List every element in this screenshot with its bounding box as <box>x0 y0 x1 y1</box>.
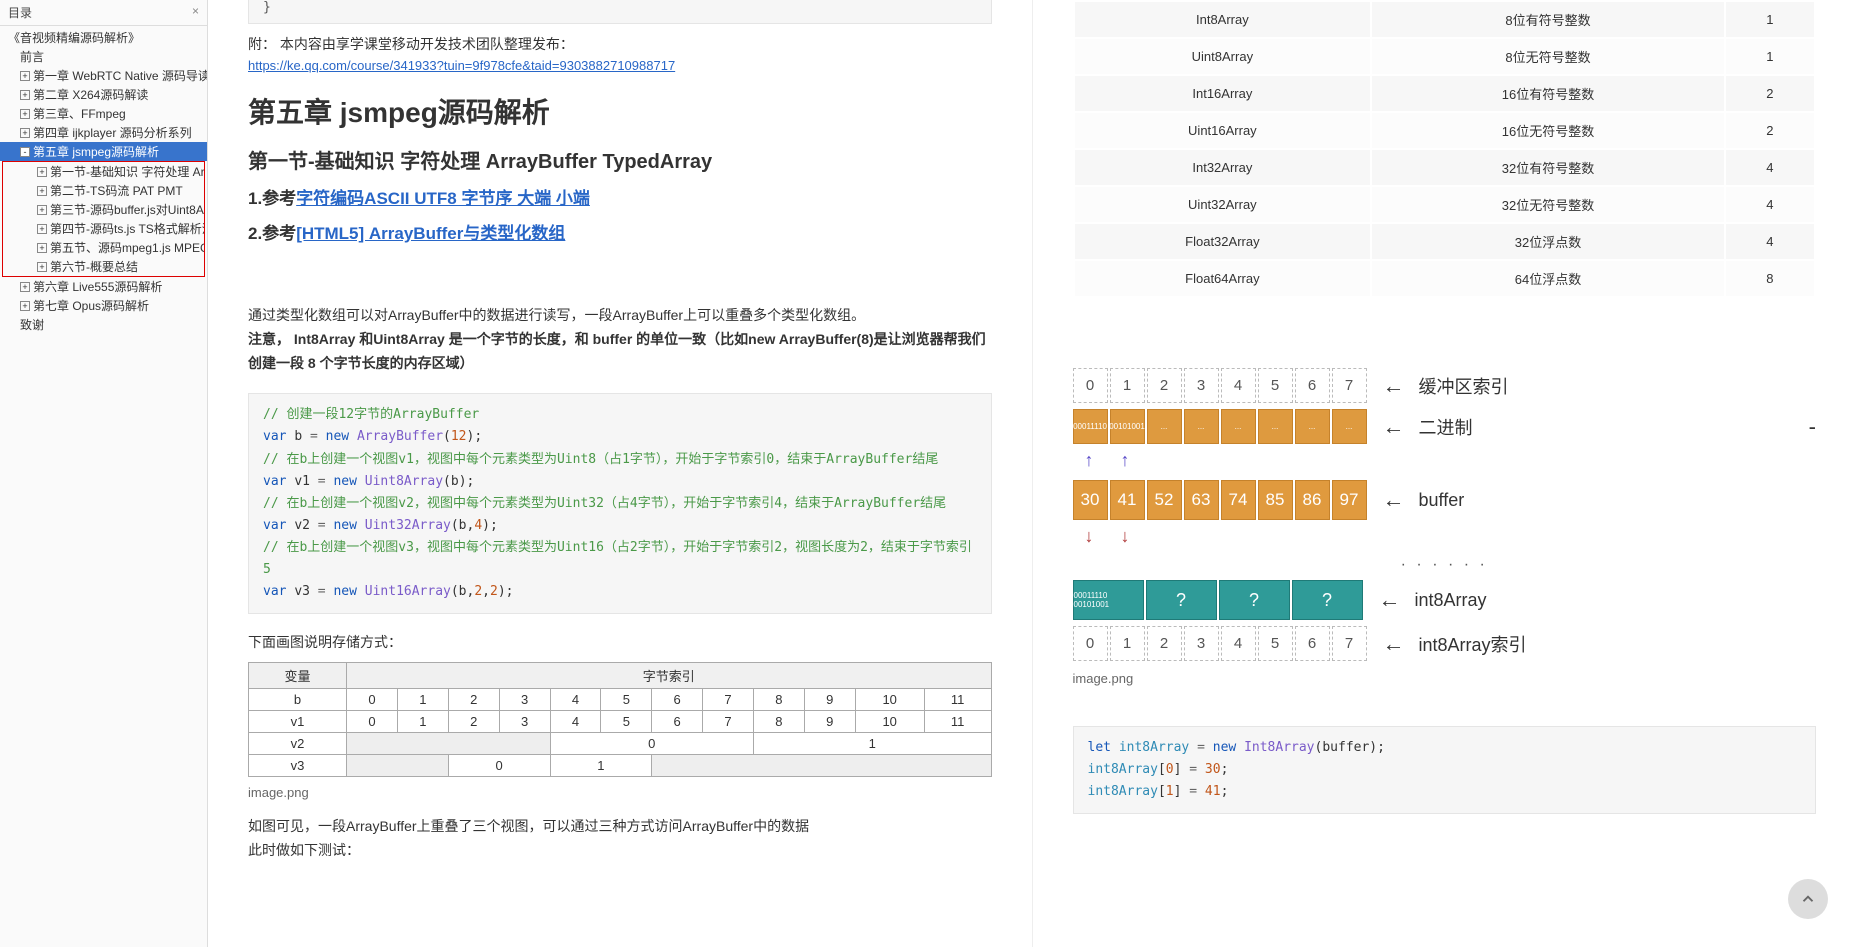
expand-icon[interactable]: + <box>37 167 47 177</box>
toc-subitem[interactable]: +第四节-源码ts.js TS格式解析流程 <box>3 219 204 238</box>
expand-icon[interactable]: + <box>20 109 30 119</box>
typed-array-table: Int8Array8位有符号整数1Uint8Array8位无符号整数1Int16… <box>1073 0 1817 298</box>
toc-item[interactable]: +第六章 Live555源码解析 <box>0 277 207 296</box>
expand-icon[interactable]: + <box>20 71 30 81</box>
sidebar: 目录 × 《音视频精编源码解析》 前言 +第一章 WebRTC Native 源… <box>0 0 208 947</box>
toc-item[interactable]: +第七章 Opus源码解析 <box>0 296 207 315</box>
ref-link[interactable]: 字符编码ASCII UTF8 字节序 大端 小端 <box>296 189 590 208</box>
collapse-icon[interactable]: - <box>20 147 30 157</box>
toc-item[interactable]: +第四章 ijkplayer 源码分析系列 <box>0 123 207 142</box>
toc-tree: 《音视频精编源码解析》 前言 +第一章 WebRTC Native 源码导读 +… <box>0 26 207 336</box>
course-link[interactable]: https://ke.qq.com/course/341933?tuin=9f9… <box>248 58 675 73</box>
toc-item-selected[interactable]: -第五章 jsmpeg源码解析 <box>0 142 207 161</box>
expand-icon[interactable]: + <box>20 282 30 292</box>
paragraph: 如图可见，一段ArrayBuffer上重叠了三个视图，可以通过三种方式访问Arr… <box>248 816 992 836</box>
table-caption: 下面画图说明存储方式： <box>248 632 992 652</box>
image-caption: image.png <box>1073 671 1817 686</box>
toc-subitem[interactable]: +第三节-源码buffer.js对Uint8Array的封 <box>3 200 204 219</box>
toc-item[interactable]: 前言 <box>0 47 207 66</box>
close-icon[interactable]: × <box>192 4 199 21</box>
arrow-left-icon: ← <box>1379 587 1401 613</box>
paragraph: 此时做如下测试： <box>248 840 992 860</box>
toc-item[interactable]: +第二章 X264源码解读 <box>0 85 207 104</box>
arrow-left-icon: ← <box>1383 414 1405 440</box>
expand-icon[interactable]: + <box>37 262 47 272</box>
toc-subitem[interactable]: +第一节-基础知识 字符处理 ArrayBuffer <box>3 162 204 181</box>
image-caption: image.png <box>248 785 992 800</box>
attachment-note: 附： 本内容由享学课堂移动开发技术团队整理发布： <box>248 34 992 54</box>
toc-item[interactable]: 致谢 <box>0 315 207 334</box>
toc-subitem[interactable]: +第六节-概要总结 <box>3 257 204 276</box>
arrow-left-icon: ← <box>1383 631 1405 657</box>
toc-root[interactable]: 《音视频精编源码解析》 <box>0 28 207 47</box>
section-title: 第一节-基础知识 字符处理 ArrayBuffer TypedArray <box>248 145 992 174</box>
chapter-title: 第五章 jsmpeg源码解析 <box>248 91 992 131</box>
paragraph: 通过类型化数组可以对ArrayBuffer中的数据进行读写，一段ArrayBuf… <box>248 304 992 375</box>
content-right: Int8Array8位有符号整数1Uint8Array8位无符号整数1Int16… <box>1033 0 1856 947</box>
arrow-left-icon: ← <box>1383 487 1405 513</box>
expand-icon[interactable]: + <box>37 205 47 215</box>
expand-icon[interactable]: + <box>37 224 47 234</box>
expand-icon[interactable]: + <box>20 128 30 138</box>
expand-icon[interactable]: + <box>37 243 47 253</box>
toc-subitem[interactable]: +第五节、源码mpeg1.js MPEG1码流结 <box>3 238 204 257</box>
ref-link[interactable]: [HTML5] ArrayBuffer与类型化数组 <box>296 224 565 243</box>
toc-item[interactable]: +第一章 WebRTC Native 源码导读 <box>0 66 207 85</box>
toc-subitem[interactable]: +第二节-TS码流 PAT PMT <box>3 181 204 200</box>
content-left: } 附： 本内容由享学课堂移动开发技术团队整理发布： https://ke.qq… <box>208 0 1033 947</box>
scroll-top-button[interactable] <box>1788 879 1828 919</box>
byte-table: 变量字节索引 b01234567891011 v101234567891011 … <box>248 662 992 777</box>
chevron-up-icon <box>1799 890 1817 908</box>
expand-icon[interactable]: + <box>20 90 30 100</box>
arrow-left-icon: ← <box>1383 373 1405 399</box>
code-block: let int8Array = new Int8Array(buffer); i… <box>1073 726 1817 814</box>
ref-heading: 2.参考[HTML5] ArrayBuffer与类型化数组 <box>248 219 992 244</box>
toc-item[interactable]: +第三章、FFmpeg <box>0 104 207 123</box>
expand-icon[interactable]: + <box>37 186 47 196</box>
sidebar-title: 目录 <box>8 4 32 21</box>
code-block: // 创建一段12字节的ArrayBuffer var b = new Arra… <box>248 393 992 614</box>
code-fragment-end: } <box>248 0 992 24</box>
ref-heading: 1.参考字符编码ASCII UTF8 字节序 大端 小端 <box>248 184 992 209</box>
buffer-diagram: 01234567←缓冲区索引 0001111000101001.........… <box>1073 368 1817 661</box>
expand-icon[interactable]: + <box>20 301 30 311</box>
